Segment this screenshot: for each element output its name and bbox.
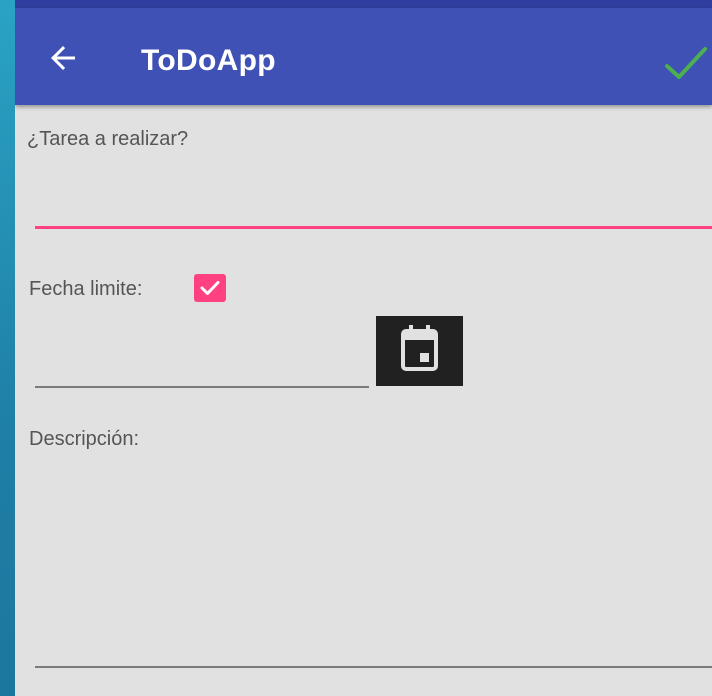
task-input[interactable] — [35, 180, 712, 229]
task-label: ¿Tarea a realizar? — [27, 128, 189, 150]
checkmark-icon — [200, 281, 220, 295]
date-picker-button[interactable] — [376, 316, 463, 386]
save-button[interactable] — [663, 44, 711, 86]
back-button[interactable] — [45, 40, 81, 76]
page-title: ToDoApp — [141, 44, 276, 77]
description-label: Descripción: — [29, 428, 140, 450]
toolbar: ToDoApp — [15, 8, 712, 105]
status-bar — [15, 0, 712, 8]
check-icon — [665, 47, 707, 79]
deadline-label: Fecha limite: — [29, 278, 143, 300]
date-input[interactable] — [35, 346, 369, 388]
arrow-back-icon — [51, 46, 75, 70]
description-input[interactable] — [35, 470, 712, 668]
deadline-checkbox[interactable] — [194, 274, 226, 302]
calendar-icon — [401, 325, 438, 371]
app-screen: ToDoApp ¿Tarea a realizar? Fecha limite:… — [15, 0, 712, 696]
